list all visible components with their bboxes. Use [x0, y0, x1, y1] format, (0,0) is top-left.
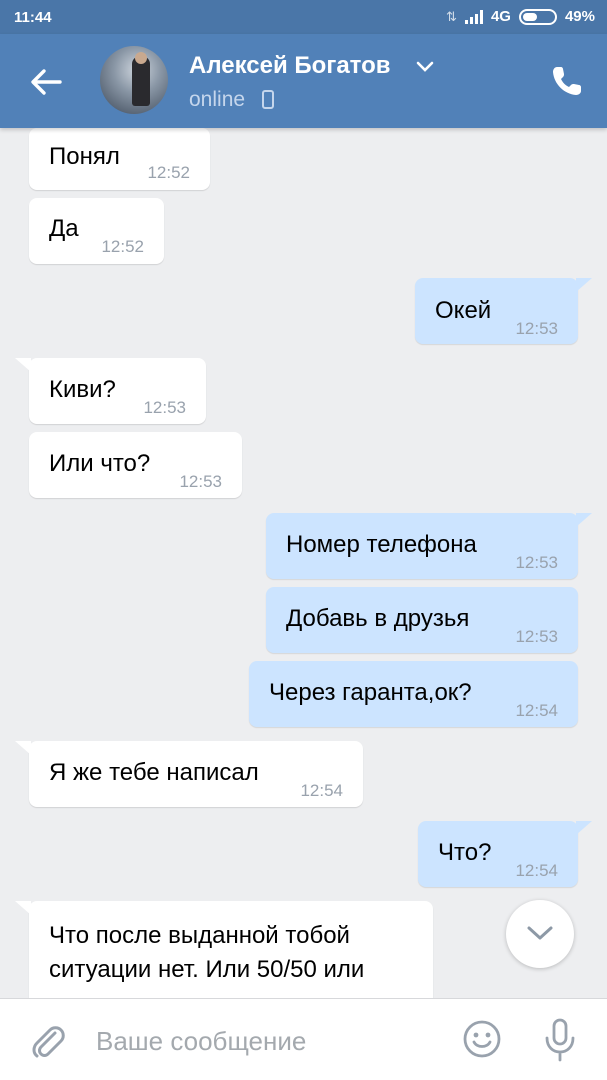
back-arrow-icon[interactable] — [26, 62, 66, 102]
contact-status: online — [189, 88, 246, 111]
network-type: 4G — [490, 8, 511, 25]
message-time: 12:53 — [515, 627, 558, 646]
message-bubble-outgoing[interactable]: Номер телефона 12:53 — [266, 513, 592, 579]
data-transfer-icon: ⇅ — [446, 8, 457, 24]
message-text: Понял — [49, 143, 120, 170]
status-time: 11:44 — [14, 9, 52, 26]
message-bubble-outgoing[interactable]: Добавь в друзья 12:53 — [266, 587, 578, 653]
message-composer — [0, 998, 607, 1080]
message-bubble-outgoing[interactable]: Окей 12:53 — [415, 278, 592, 344]
message-line: ситуации нет. Или 50/50 или — [49, 956, 365, 983]
message-bubble-incoming[interactable]: Понял 12:52 — [29, 128, 210, 190]
message-text: Номер телефона — [286, 531, 477, 558]
message-list[interactable]: Понял 12:52 Да 12:52 Окей 12:53 Киви? 12… — [0, 128, 607, 998]
message-bubble-incoming[interactable]: Я же тебе написал 12:54 — [15, 741, 363, 807]
chevron-down-icon[interactable] — [415, 60, 435, 74]
message-text: Киви? — [49, 376, 116, 403]
battery-percent: 49% — [564, 8, 595, 25]
message-text: Я же тебе написал — [49, 759, 259, 786]
message-text: Да — [49, 215, 79, 242]
message-text: Что после выданной тобой ситуации нет. И… — [49, 919, 364, 987]
message-input[interactable] — [96, 1019, 426, 1063]
message-time: 12:53 — [515, 319, 558, 338]
message-bubble-outgoing[interactable]: Через гаранта,ок? 12:54 — [249, 661, 578, 727]
message-bubble-incoming[interactable]: Или что? 12:53 — [29, 432, 242, 498]
message-time: 12:52 — [101, 237, 144, 256]
scroll-to-bottom-button[interactable] — [506, 900, 574, 968]
avatar[interactable] — [100, 46, 168, 114]
signal-icon — [464, 9, 483, 24]
message-text: Добавь в друзья — [286, 605, 470, 632]
battery-icon — [518, 8, 557, 25]
status-bar: 11:44 ⇅ 4G 49% — [0, 0, 607, 34]
emoji-icon[interactable] — [462, 1019, 502, 1059]
message-time: 12:52 — [147, 163, 190, 182]
status-indicators: ⇅ 4G 49% — [446, 8, 595, 25]
microphone-icon[interactable] — [540, 1017, 580, 1063]
mobile-device-icon — [262, 90, 274, 109]
message-bubble-incoming[interactable]: Да 12:52 — [29, 198, 164, 264]
message-text: Окей — [435, 297, 492, 324]
message-bubble-incoming[interactable]: Киви? 12:53 — [15, 358, 206, 424]
message-time: 12:54 — [515, 861, 558, 880]
message-time: 12:53 — [143, 398, 186, 417]
message-text: Или что? — [49, 450, 151, 477]
paperclip-icon[interactable] — [28, 1021, 68, 1061]
phone-call-icon[interactable] — [550, 64, 584, 98]
message-bubble-outgoing[interactable]: Что? 12:54 — [418, 821, 592, 887]
message-time: 12:54 — [515, 701, 558, 720]
message-line: Что после выданной тобой — [49, 922, 350, 949]
message-time: 12:53 — [515, 553, 558, 572]
message-bubble-incoming[interactable]: Что после выданной тобой ситуации нет. И… — [15, 901, 433, 998]
chat-header: Алексей Богатов online — [0, 34, 607, 128]
message-time: 12:54 — [300, 781, 343, 800]
message-time: 12:53 — [179, 472, 222, 491]
message-text: Что? — [438, 839, 492, 866]
chevron-down-icon — [527, 926, 553, 940]
contact-name[interactable]: Алексей Богатов — [189, 52, 391, 80]
message-text: Через гаранта,ок? — [269, 679, 472, 706]
